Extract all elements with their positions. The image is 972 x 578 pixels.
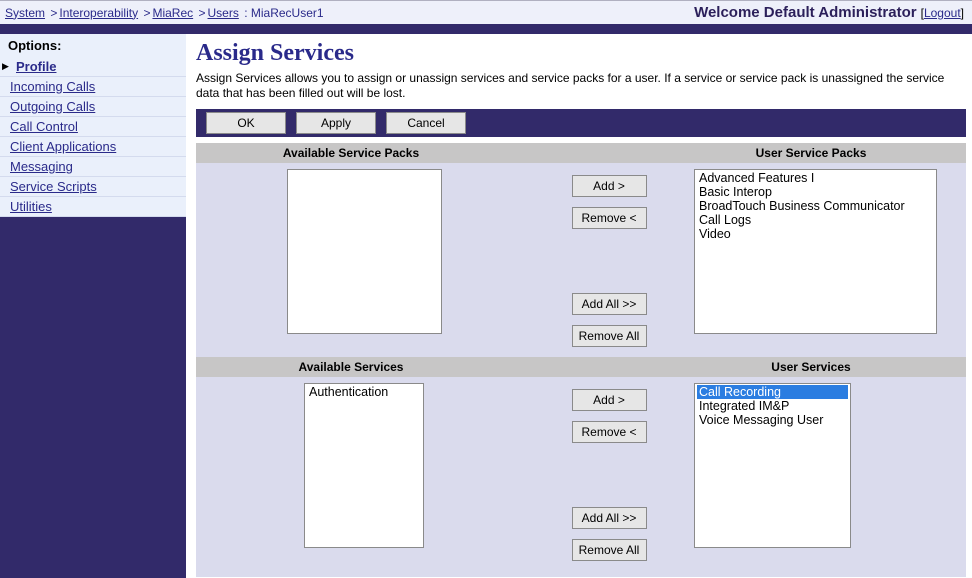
list-item[interactable]: Call Logs bbox=[697, 213, 934, 227]
sidebar-item-client-applications[interactable]: Client Applications bbox=[0, 137, 186, 157]
separator-bar bbox=[0, 24, 972, 34]
section-header-services: Available Services User Services bbox=[196, 357, 966, 377]
header-user-service-packs: User Service Packs bbox=[656, 146, 966, 160]
cancel-button[interactable]: Cancel bbox=[386, 112, 466, 134]
breadcrumb-system[interactable]: System bbox=[5, 6, 45, 20]
breadcrumb-sep: > bbox=[50, 6, 57, 20]
sidebar-item-call-control[interactable]: Call Control bbox=[0, 117, 186, 137]
logout-link[interactable]: Logout bbox=[924, 6, 961, 20]
remove-all-services-button[interactable]: Remove All bbox=[572, 539, 647, 561]
remove-pack-button[interactable]: Remove < bbox=[572, 207, 647, 229]
pack-move-buttons: Add > Remove < Add All >> Remove All bbox=[534, 169, 684, 347]
user-service-packs-list[interactable]: Advanced Features IBasic InteropBroadTou… bbox=[694, 169, 937, 334]
page-title: Assign Services bbox=[196, 40, 966, 67]
section-header-service-packs: Available Service Packs User Service Pac… bbox=[196, 143, 966, 163]
remove-all-packs-button[interactable]: Remove All bbox=[572, 325, 647, 347]
content-area: Available Service Packs User Service Pac… bbox=[196, 143, 966, 577]
list-item[interactable]: Call Recording bbox=[697, 385, 848, 399]
list-item[interactable]: Integrated IM&P bbox=[697, 399, 848, 413]
sidebar-item-label[interactable]: Profile bbox=[16, 59, 56, 74]
sidebar-item-label[interactable]: Outgoing Calls bbox=[10, 99, 95, 114]
sidebar-item-label[interactable]: Client Applications bbox=[10, 139, 116, 154]
available-services-list[interactable]: Authentication bbox=[304, 383, 424, 548]
add-service-button[interactable]: Add > bbox=[572, 389, 647, 411]
header-available-services: Available Services bbox=[196, 360, 476, 374]
sidebar: Options: Profile Incoming Calls Outgoing… bbox=[0, 34, 186, 578]
sidebar-item-label[interactable]: Service Scripts bbox=[10, 179, 97, 194]
header-user-services: User Services bbox=[656, 360, 966, 374]
sidebar-item-label[interactable]: Call Control bbox=[10, 119, 78, 134]
sidebar-item-profile[interactable]: Profile bbox=[0, 57, 186, 77]
services-row: Authentication Add > Remove < Add All >>… bbox=[196, 377, 966, 565]
sidebar-item-label[interactable]: Messaging bbox=[10, 159, 73, 174]
apply-button[interactable]: Apply bbox=[296, 112, 376, 134]
sidebar-item-incoming-calls[interactable]: Incoming Calls bbox=[0, 77, 186, 97]
sidebar-item-service-scripts[interactable]: Service Scripts bbox=[0, 177, 186, 197]
breadcrumb-current: : MiaRecUser1 bbox=[244, 6, 323, 20]
list-item[interactable]: Voice Messaging User bbox=[697, 413, 848, 427]
sidebar-title: Options: bbox=[0, 34, 186, 57]
list-item[interactable]: BroadTouch Business Communicator bbox=[697, 199, 934, 213]
sidebar-item-outgoing-calls[interactable]: Outgoing Calls bbox=[0, 97, 186, 117]
breadcrumb-sep: > bbox=[143, 6, 150, 20]
add-all-packs-button[interactable]: Add All >> bbox=[572, 293, 647, 315]
list-item[interactable]: Advanced Features I bbox=[697, 171, 934, 185]
breadcrumb-sep: > bbox=[198, 6, 205, 20]
page-description: Assign Services allows you to assign or … bbox=[196, 71, 966, 101]
service-packs-row: Add > Remove < Add All >> Remove All Adv… bbox=[196, 163, 966, 351]
logout-brackets: [Logout] bbox=[921, 6, 964, 20]
main: Assign Services Assign Services allows y… bbox=[186, 34, 972, 578]
sidebar-item-utilities[interactable]: Utilities bbox=[0, 197, 186, 217]
sidebar-item-messaging[interactable]: Messaging bbox=[0, 157, 186, 177]
breadcrumb-interoperability[interactable]: Interoperability bbox=[59, 6, 138, 20]
sidebar-item-label[interactable]: Utilities bbox=[10, 199, 52, 214]
ok-button[interactable]: OK bbox=[206, 112, 286, 134]
welcome-text: Welcome Default Administrator bbox=[694, 4, 917, 21]
add-all-services-button[interactable]: Add All >> bbox=[572, 507, 647, 529]
breadcrumb-miarec[interactable]: MiaRec bbox=[152, 6, 193, 20]
user-services-list[interactable]: Call RecordingIntegrated IM&PVoice Messa… bbox=[694, 383, 851, 548]
breadcrumb-users[interactable]: Users bbox=[208, 6, 239, 20]
list-item[interactable]: Basic Interop bbox=[697, 185, 934, 199]
topbar: System >Interoperability >MiaRec >Users … bbox=[0, 0, 972, 24]
sidebar-item-label[interactable]: Incoming Calls bbox=[10, 79, 95, 94]
service-move-buttons: Add > Remove < Add All >> Remove All bbox=[534, 383, 684, 561]
list-item[interactable]: Authentication bbox=[307, 385, 421, 399]
header-available-service-packs: Available Service Packs bbox=[196, 146, 476, 160]
breadcrumb: System >Interoperability >MiaRec >Users … bbox=[3, 6, 324, 20]
available-service-packs-list[interactable] bbox=[287, 169, 442, 334]
button-bar: OK Apply Cancel bbox=[196, 109, 966, 137]
remove-service-button[interactable]: Remove < bbox=[572, 421, 647, 443]
welcome-line: Welcome Default Administrator [Logout] bbox=[694, 4, 964, 21]
list-item[interactable]: Video bbox=[697, 227, 934, 241]
shell: Options: Profile Incoming Calls Outgoing… bbox=[0, 34, 972, 578]
add-pack-button[interactable]: Add > bbox=[572, 175, 647, 197]
